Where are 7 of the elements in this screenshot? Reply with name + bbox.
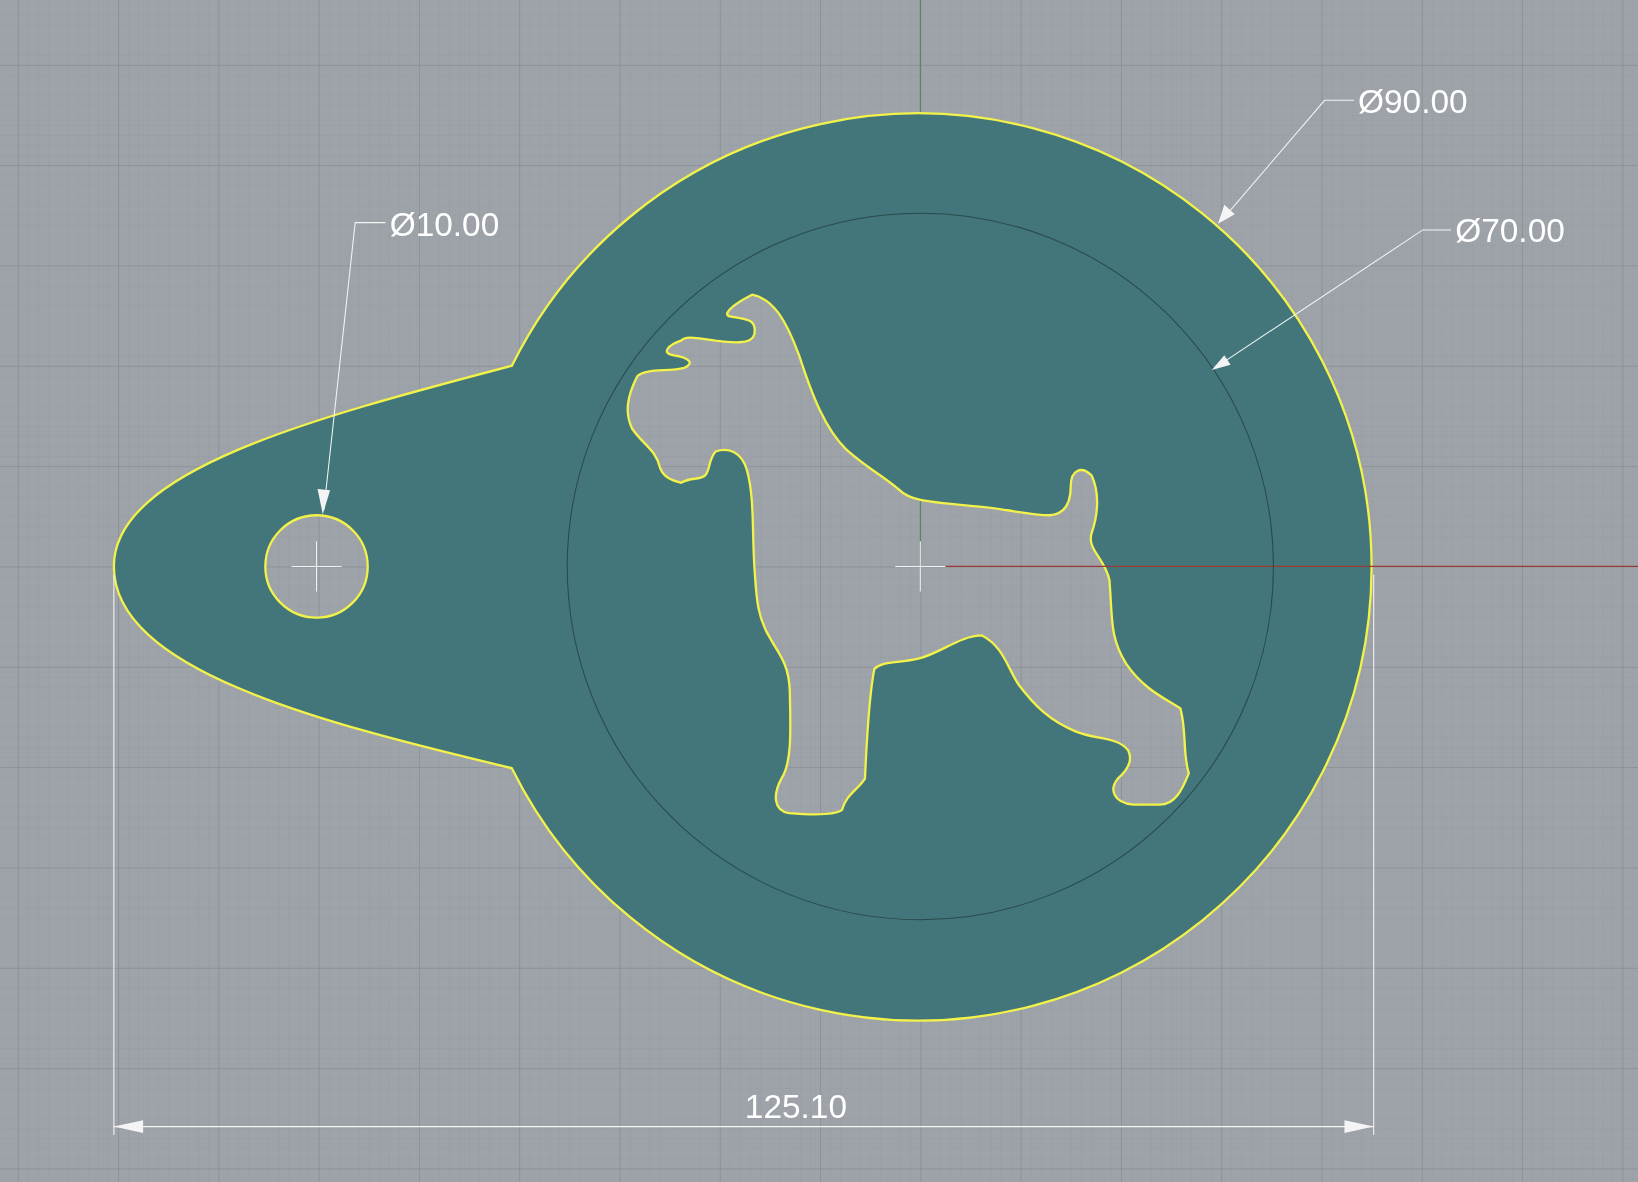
center-mark: [290, 540, 343, 593]
dimension-label: Ø90.00: [1358, 82, 1468, 120]
dimension-label: 125.10: [744, 1088, 848, 1126]
stencil-outline-drawing[interactable]: [112, 112, 1373, 1022]
center-mark: [894, 540, 946, 593]
dimension-label: Ø10.00: [389, 206, 500, 244]
dimension-label: Ø70.00: [1455, 212, 1565, 250]
